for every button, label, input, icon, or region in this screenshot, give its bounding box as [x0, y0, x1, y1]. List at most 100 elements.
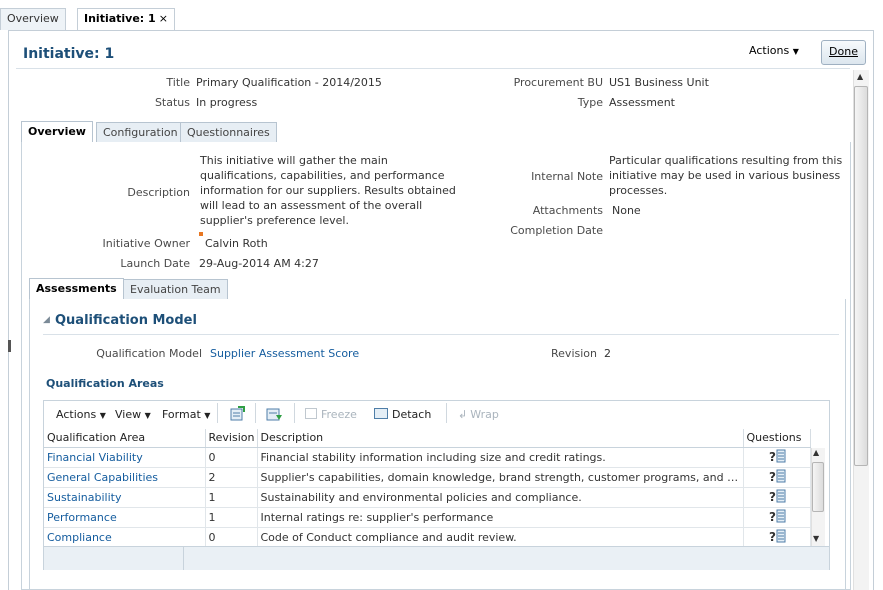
- table-format-menu[interactable]: Format ▼: [162, 408, 210, 421]
- wrap-button[interactable]: ↲ Wrap: [458, 408, 499, 421]
- table-row[interactable]: Performance 1 Internal ratings re: suppl…: [44, 507, 811, 528]
- table-row[interactable]: Financial Viability 0 Financial stabilit…: [44, 447, 811, 468]
- tab-assessments-label: Assessments: [36, 282, 117, 295]
- revision-cell: 1: [205, 487, 258, 508]
- questions-icon[interactable]: ?: [769, 529, 787, 544]
- questions-cell: ?: [743, 487, 811, 508]
- description-label: Description: [127, 186, 190, 199]
- tab-overview-inner-label: Overview: [28, 125, 86, 138]
- questions-icon[interactable]: ?: [769, 489, 787, 504]
- title-value: Primary Qualification - 2014/2015: [196, 76, 382, 89]
- questions-icon[interactable]: ?: [769, 509, 787, 524]
- detach-icon: [374, 408, 388, 419]
- tab-configuration[interactable]: Configuration: [96, 122, 185, 143]
- internal-note-value: Particular qualifications resulting from…: [609, 153, 844, 198]
- svg-text:?: ?: [769, 490, 776, 503]
- tab-overview-inner[interactable]: Overview: [21, 121, 93, 143]
- launch-date-label: Launch Date: [120, 257, 190, 270]
- completion-date-label: Completion Date: [510, 224, 603, 237]
- initiative-owner-label: Initiative Owner: [102, 237, 190, 250]
- qualification-area-link[interactable]: Financial Viability: [44, 447, 206, 468]
- freeze-button[interactable]: Freeze: [305, 408, 357, 421]
- questions-icon[interactable]: ?: [769, 449, 787, 464]
- type-value: Assessment: [609, 96, 675, 109]
- actions-menu[interactable]: Actions ▼: [749, 44, 799, 57]
- close-icon[interactable]: ×: [159, 12, 168, 25]
- svg-text:?: ?: [769, 530, 776, 543]
- table-actions-label: Actions: [56, 408, 97, 421]
- description-line: qualifications, capabilities, and perfor…: [200, 169, 445, 182]
- questions-cell: ?: [743, 527, 811, 548]
- tab-questionnaires-label: Questionnaires: [187, 126, 270, 139]
- table-actions-menu[interactable]: Actions ▼: [56, 408, 106, 421]
- scroll-down-icon[interactable]: ▼: [813, 534, 819, 543]
- qualification-model-link[interactable]: Supplier Assessment Score: [210, 347, 359, 360]
- internal-note-label: Internal Note: [531, 170, 603, 183]
- detach-label: Detach: [392, 408, 432, 421]
- revision-cell: 0: [205, 527, 258, 548]
- wrap-label: Wrap: [470, 408, 499, 421]
- procurement-bu-value: US1 Business Unit: [609, 76, 709, 89]
- table-row[interactable]: General Capabilities 2 Supplier's capabi…: [44, 467, 811, 488]
- column-header-qualification-area[interactable]: Qualification Area: [44, 429, 206, 448]
- tab-assessments[interactable]: Assessments: [29, 278, 124, 300]
- launch-date-value: 29-Aug-2014 AM 4:27: [199, 257, 319, 270]
- table-header-row: Qualification Area Revision Description …: [44, 429, 811, 448]
- description-cell: Supplier's capabilities, domain knowledg…: [257, 467, 744, 488]
- tab-evaluation-team-label: Evaluation Team: [130, 283, 221, 296]
- tab-initiative-1[interactable]: Initiative: 1 ×: [77, 8, 175, 30]
- collapse-triangle-icon[interactable]: ◢: [43, 315, 50, 325]
- footer-divider: [183, 546, 184, 570]
- query-by-example-icon[interactable]: [265, 406, 283, 422]
- procurement-bu-label: Procurement BU: [513, 76, 603, 89]
- toolbar-separator: [294, 403, 295, 423]
- section-divider: [43, 334, 839, 335]
- export-icon[interactable]: [228, 406, 246, 422]
- chevron-down-icon: ▼: [99, 411, 106, 420]
- chevron-down-icon: ▼: [144, 411, 151, 420]
- questions-cell: ?: [743, 447, 811, 468]
- attachments-label: Attachments: [532, 204, 603, 217]
- tab-overview[interactable]: Overview: [0, 8, 66, 30]
- column-header-questions[interactable]: Questions: [743, 429, 811, 448]
- questions-icon[interactable]: ?: [769, 469, 787, 484]
- revision-cell: 0: [205, 447, 258, 468]
- qualification-area-link[interactable]: General Capabilities: [44, 467, 206, 488]
- svg-text:?: ?: [769, 470, 776, 483]
- revision-cell: 1: [205, 507, 258, 528]
- tab-evaluation-team[interactable]: Evaluation Team: [123, 279, 228, 300]
- done-button[interactable]: Done: [821, 40, 866, 65]
- tab-configuration-label: Configuration: [103, 126, 178, 139]
- tab-questionnaires[interactable]: Questionnaires: [180, 122, 277, 143]
- table-scrollbar-thumb[interactable]: [812, 462, 824, 512]
- description-line: This initiative will gather the main: [200, 154, 388, 167]
- description-cell: Code of Conduct compliance and audit rev…: [257, 527, 744, 548]
- attachments-value: None: [612, 204, 641, 217]
- splitter-handle[interactable]: [8, 340, 11, 352]
- page-scrollbar-thumb[interactable]: [854, 86, 868, 466]
- qualification-area-link[interactable]: Compliance: [44, 527, 206, 548]
- scroll-up-icon[interactable]: ▲: [857, 72, 863, 81]
- qualification-area-link[interactable]: Performance: [44, 507, 206, 528]
- column-header-revision[interactable]: Revision: [205, 429, 258, 448]
- toolbar-separator: [446, 403, 447, 423]
- qualification-area-link[interactable]: Sustainability: [44, 487, 206, 508]
- description-line: supplier's preference level.: [200, 214, 349, 227]
- table-row[interactable]: Sustainability 1 Sustainability and envi…: [44, 487, 811, 508]
- column-header-description[interactable]: Description: [257, 429, 744, 448]
- toolbar-separator: [217, 403, 218, 423]
- initiative-owner-value: Calvin Roth: [205, 237, 268, 250]
- type-label: Type: [577, 96, 603, 109]
- qualification-model-title: Qualification Model: [55, 313, 197, 328]
- status-value: In progress: [196, 96, 258, 109]
- chevron-down-icon: ▼: [792, 47, 799, 56]
- scroll-up-icon[interactable]: ▲: [813, 448, 819, 457]
- revision-cell: 2: [205, 467, 258, 488]
- table-view-menu[interactable]: View ▼: [115, 408, 151, 421]
- description-line: will lead to an assessment of the overal…: [200, 199, 423, 212]
- page-title: Initiative: 1: [23, 46, 115, 62]
- table-row[interactable]: Compliance 0 Code of Conduct compliance …: [44, 527, 811, 548]
- detach-button[interactable]: Detach: [374, 408, 431, 421]
- toolbar-separator: [255, 403, 256, 423]
- qualification-model-label: Qualification Model: [96, 347, 202, 360]
